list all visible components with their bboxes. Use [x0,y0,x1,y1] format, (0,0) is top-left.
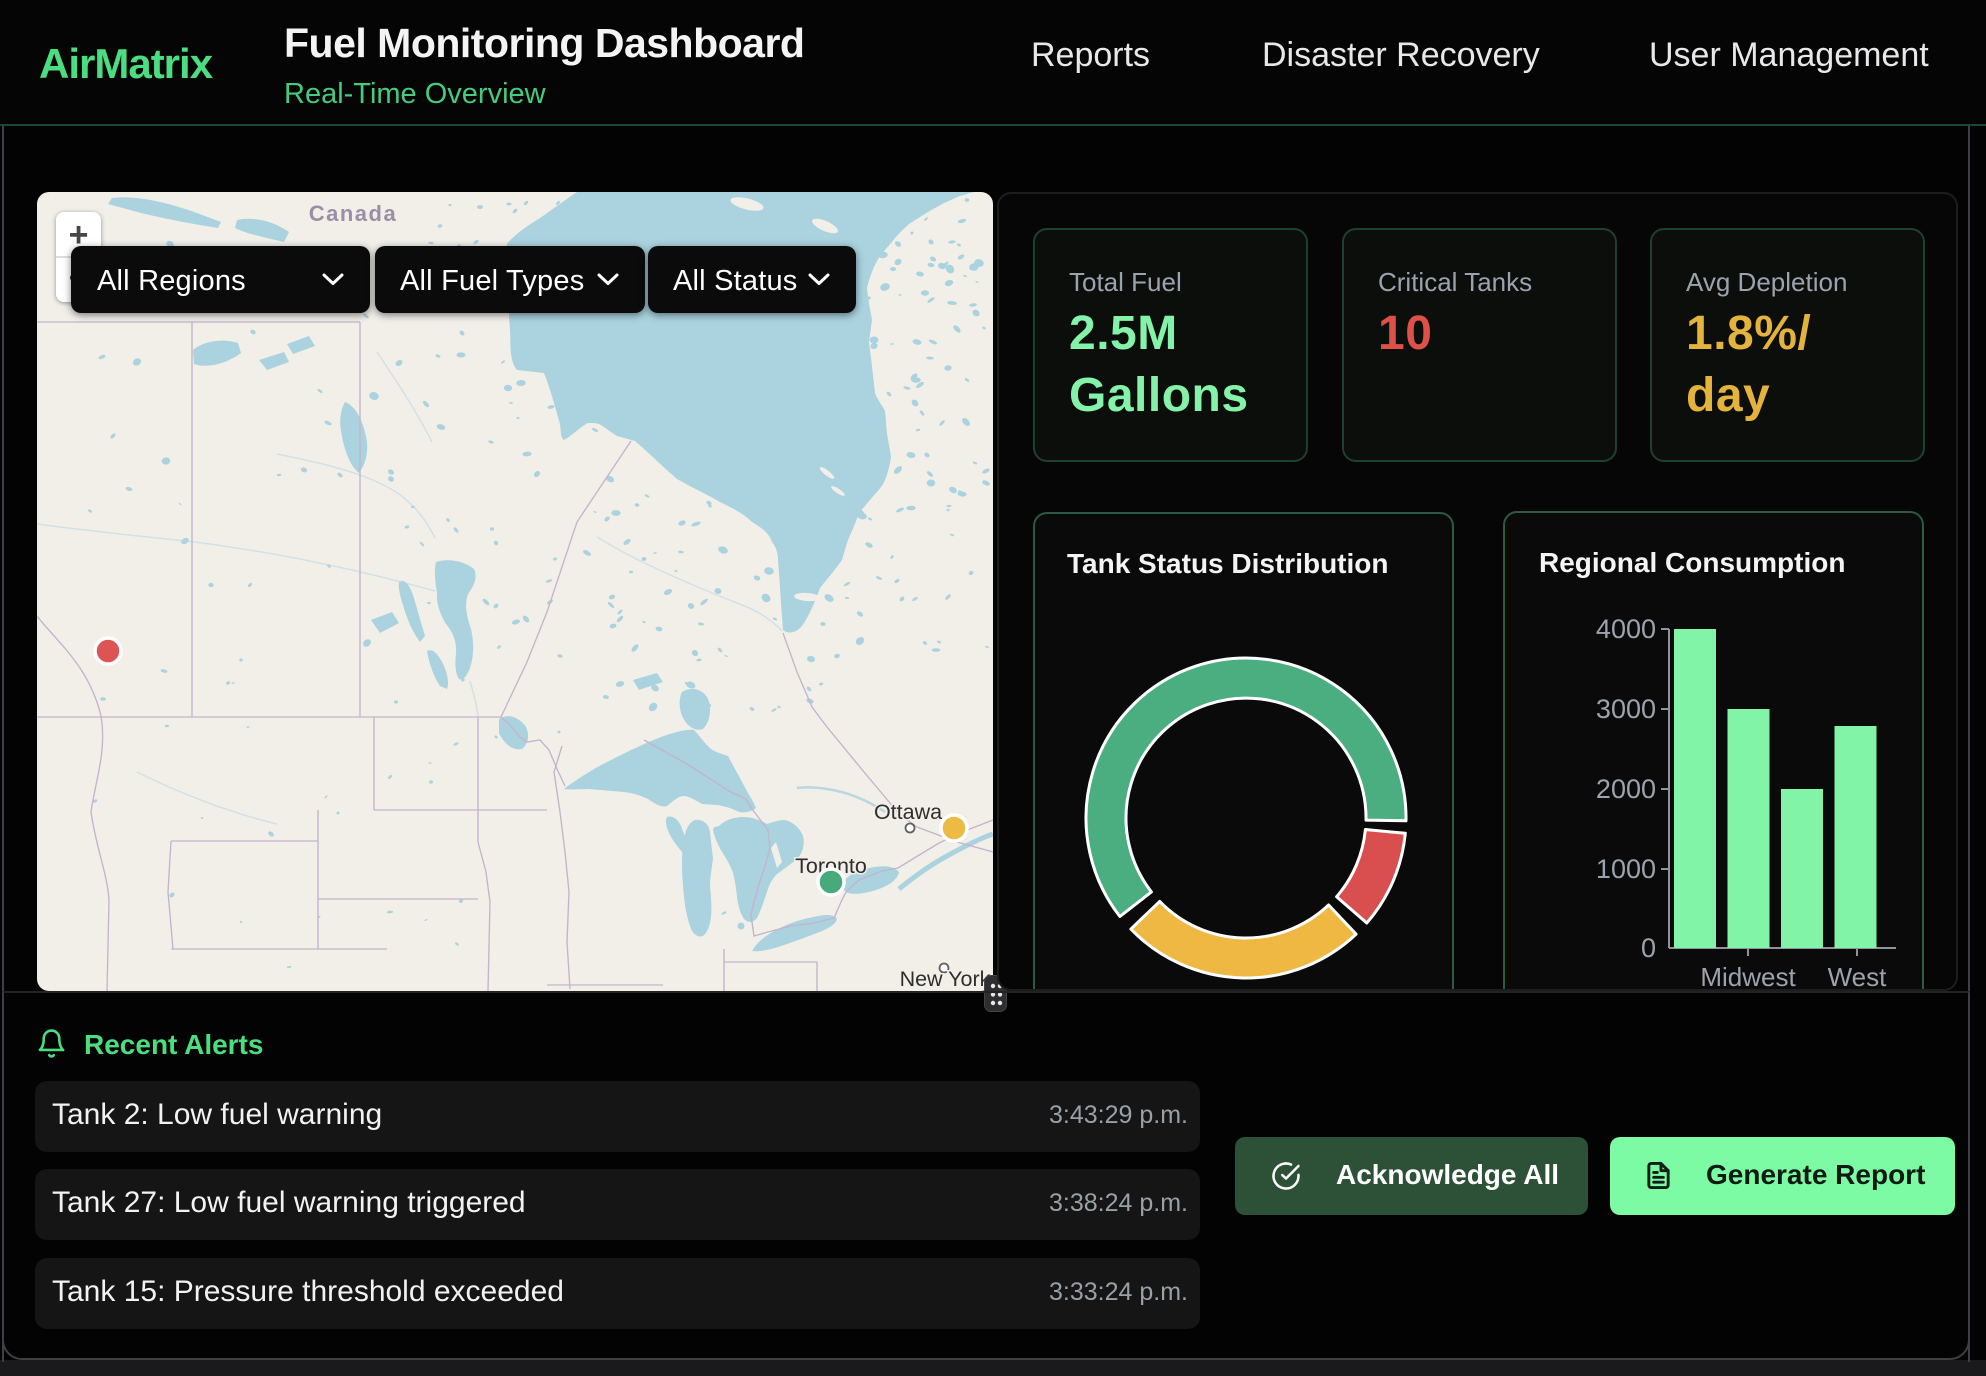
svg-text:Canada: Canada [309,201,397,226]
svg-text:New York: New York [900,967,991,991]
svg-text:1000: 1000 [1596,854,1656,884]
svg-text:4000: 4000 [1596,614,1656,644]
svg-text:West: West [1828,962,1888,991]
svg-text:2000: 2000 [1596,774,1656,804]
svg-text:3000: 3000 [1596,694,1656,724]
svg-text:0: 0 [1641,933,1656,963]
svg-text:Midwest: Midwest [1700,962,1796,991]
svg-text:Ottawa: Ottawa [874,800,942,824]
